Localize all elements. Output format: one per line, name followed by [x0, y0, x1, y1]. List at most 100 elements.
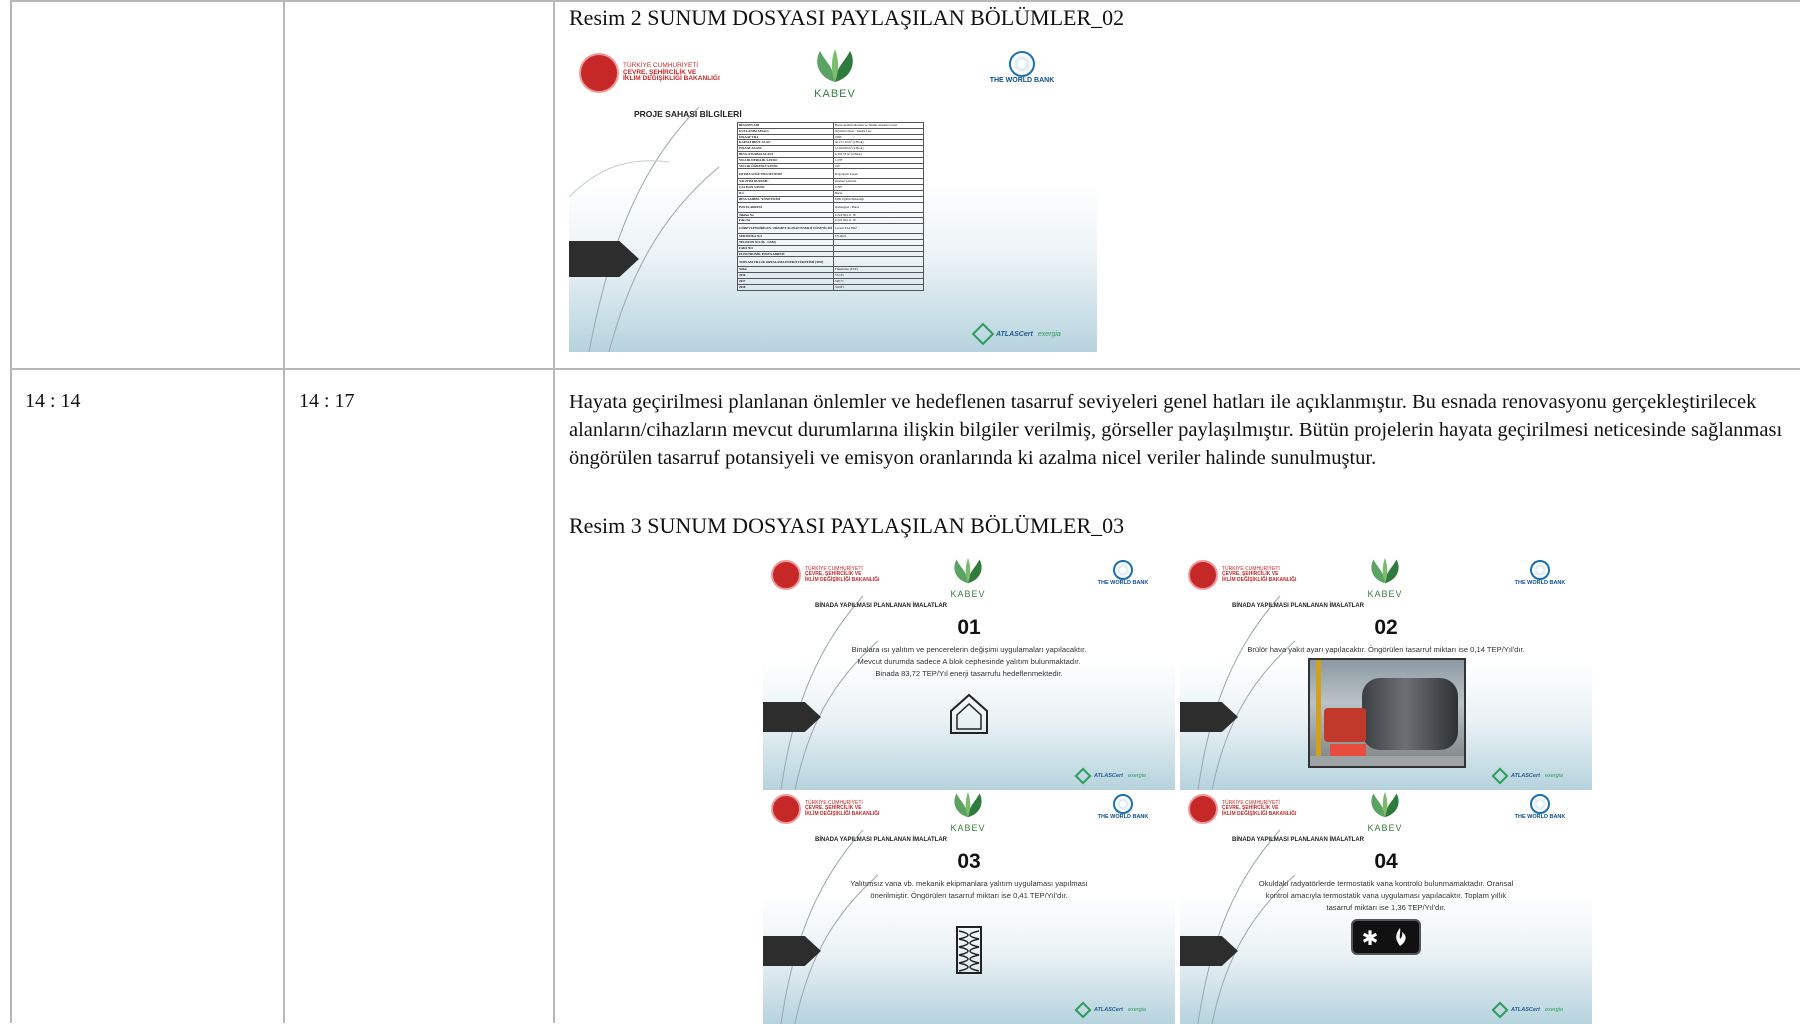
measure-description: Okuldaki radyatörlerde termostatik vana … — [1224, 878, 1548, 914]
measure-slide-04: TÜRKİYE CUMHURİYETİ ÇEVRE, ŞEHİRCİLİK VE İ… — [1180, 790, 1592, 1024]
ministry-seal-icon — [1188, 560, 1218, 590]
world-bank-label: THE WORLD BANK — [1097, 580, 1149, 586]
table-column-divider-2 — [553, 0, 555, 1023]
measure-slide-02: TÜRKİYE CUMHURİYETİ ÇEVRE, ŞEHİRCİLİK VE İ… — [1180, 556, 1592, 790]
world-bank-logo: THE WORLD BANK — [1510, 560, 1570, 586]
world-bank-logo: THE WORLD BANK — [1093, 794, 1153, 820]
ministry-seal-icon — [771, 794, 801, 824]
kabev-leaf-icon — [1371, 558, 1399, 584]
ministry-line-3: İKLİM DEĞİŞİKLİĞİ BAKANLIĞI — [623, 75, 720, 83]
slide-arrow — [569, 241, 639, 277]
measure-slide-03: TÜRKİYE CUMHURİYETİ ÇEVRE, ŞEHİRCİLİK VE İ… — [763, 790, 1175, 1024]
kabev-logo: KABEV — [943, 792, 993, 833]
kabev-leaf-icon — [954, 792, 982, 818]
measure-description: Binalara ısı yalıtım ve pencerelerin değ… — [807, 644, 1131, 680]
world-bank-logo: THE WORLD BANK — [987, 51, 1057, 84]
info-key: GÖREVLENDİRİLEN / HİZMET ALINAN ENERJİ Y… — [737, 223, 834, 235]
insulation-icon — [763, 925, 1175, 980]
exergia-label: exergia — [1127, 1007, 1146, 1013]
info-table-row: ISITMA SOĞUTMA SİSTEMİ Doğalgazlı Kazan — [737, 168, 925, 180]
ministry-line-3: İKLİM DEĞİŞİKLİĞİ BAKANLIĞI — [805, 810, 880, 817]
slide-project-info: TÜRKİYE CUMHURİYETİ ÇEVRE, ŞEHİRCİLİK VE… — [569, 47, 1097, 352]
ministry-seal-icon — [771, 560, 801, 590]
ministry-logo: TÜRKİYE CUMHURİYETİ ÇEVRE, ŞEHİRCİLİK VE İ… — [1188, 794, 1296, 824]
measure-number: 02 — [1374, 616, 1398, 639]
ministry-logo: TÜRKİYE CUMHURİYETİ ÇEVRE, ŞEHİRCİLİK VE İ… — [1188, 560, 1296, 590]
measure-line-2: önerilmiştir. Öngörülen tasarruf miktarı… — [870, 891, 1068, 900]
thermostat-icon: ✱ — [1180, 918, 1592, 961]
table-column-divider-1 — [283, 0, 285, 1023]
globe-icon — [1530, 794, 1550, 814]
ministry-logo: TÜRKİYE CUMHURİYETİ ÇEVRE, ŞEHİRCİLİK VE İ… — [771, 794, 879, 824]
globe-icon — [1113, 794, 1133, 814]
project-info-table: BİNANIN ADI Bursa Atatürk Mesleki ve Tekn… — [737, 122, 925, 291]
measure-line-1: Binalara ısı yalıtım ve pencerelerin değ… — [851, 645, 1087, 654]
info-value: 520,83 — [832, 283, 925, 291]
atlascert-diamond-icon — [1074, 1001, 1092, 1019]
measure-number: 01 — [957, 616, 981, 639]
ministry-seal-icon — [579, 53, 619, 93]
info-key: ISITMA SOĞUTMA SİSTEMİ — [737, 168, 834, 180]
info-table-row: POSTA ADRESİ Osmangazi / Bursa — [737, 201, 925, 213]
slide-section-title: BİNADA YAPILMASI PLANLANAN İMALATLAR — [815, 837, 947, 843]
atlascert-label: ATLASCert — [1094, 773, 1123, 779]
kabev-logo: KABEV — [1360, 558, 1410, 599]
slide-title: PROJE SAHASI BİLGİLERİ — [634, 109, 742, 119]
measure-number: 03 — [957, 850, 981, 873]
atlascert-label: ATLASCert — [1094, 1007, 1123, 1013]
measure-number: 04 — [1374, 850, 1398, 873]
slide-section-title: BİNADA YAPILMASI PLANLANAN İMALATLAR — [1232, 837, 1364, 843]
table-row-divider — [10, 368, 1800, 370]
document-page: Resim 2 SUNUM DOSYASI PAYLAŞILAN BÖLÜMLE… — [0, 0, 1800, 1024]
atlascert-diamond-icon — [1074, 767, 1092, 785]
kabev-logo: KABEV — [1360, 792, 1410, 833]
summary-paragraph: Hayata geçirilmesi planlanan önlemler ve… — [569, 391, 1783, 469]
info-key: 2018 — [737, 283, 834, 291]
atlascert-label: ATLASCert — [1511, 1007, 1540, 1013]
globe-icon — [1009, 51, 1035, 77]
measure-slide-01: TÜRKİYE CUMHURİYETİ ÇEVRE, ŞEHİRCİLİK VE İ… — [763, 556, 1175, 790]
info-value: Levent YALINIZ — [832, 223, 925, 235]
world-bank-label: THE WORLD BANK — [989, 77, 1055, 84]
ministry-text: TÜRKİYE CUMHURİYETİ ÇEVRE, ŞEHİRCİLİK VE İ… — [805, 566, 879, 583]
kabev-label: KABEV — [1367, 589, 1403, 599]
info-table-row: GÖREVLENDİRİLEN / HİZMET ALINAN ENERJİ Y… — [737, 223, 925, 235]
kabev-label: KABEV — [950, 823, 986, 833]
atlascert-diamond-icon — [1491, 767, 1509, 785]
end-time: 14 : 17 — [299, 390, 355, 412]
info-key: POSTA ADRESİ — [737, 201, 834, 213]
slide-footer: ATLASCert exergia — [971, 322, 1061, 346]
kabev-logo: KABEV — [805, 49, 865, 100]
atlascert-diamond-icon — [1491, 1001, 1509, 1019]
measure-line-1: Brülör hava yakıt ayarı yapılacaktır. Ön… — [1247, 645, 1525, 654]
world-bank-label: THE WORLD BANK — [1514, 814, 1566, 820]
measure-line-2: Mevcut durumda sadece A blok cephesinde … — [857, 657, 1081, 666]
slide-footer: ATLASCert exergia — [1074, 1001, 1146, 1019]
globe-icon — [1530, 560, 1550, 580]
ministry-seal-icon — [1188, 794, 1218, 824]
ministry-text: TÜRKİYE CUMHURİYETİ ÇEVRE, ŞEHİRCİLİK VE İ… — [1222, 800, 1297, 817]
ministry-text: TÜRKİYE CUMHURİYETİ ÇEVRE, ŞEHİRCİLİK VE İ… — [1222, 566, 1297, 583]
slide-footer: ATLASCert exergia — [1491, 1001, 1563, 1019]
measure-line-3: tasarruf miktarı ise 1,36 TEP/Yıl'dır. — [1326, 903, 1446, 912]
ministry-logo: TÜRKİYE CUMHURİYETİ ÇEVRE, ŞEHİRCİLİK VE… — [579, 53, 720, 93]
kabev-logo: KABEV — [943, 558, 993, 599]
measure-description: Yalıtımsız vana vb. mekanik ekipmanlara … — [807, 878, 1131, 902]
slide-section-title: BİNADA YAPILMASI PLANLANAN İMALATLAR — [815, 603, 947, 609]
exergia-label: exergia — [1037, 330, 1061, 338]
info-table-row: 2018 520,83 — [737, 283, 925, 291]
ministry-line-3: İKLİM DEĞİŞİKLİĞİ BAKANLIĞI — [1222, 810, 1297, 817]
info-value: Osmangazi / Bursa — [832, 201, 925, 213]
measure-description: Brülör hava yakıt ayarı yapılacaktır. Ön… — [1224, 644, 1548, 656]
ministry-line-3: İKLİM DEĞİŞİKLİĞİ BAKANLIĞI — [1222, 576, 1297, 583]
atlascert-label: ATLASCert — [1511, 773, 1540, 779]
info-table-row: TOPLAM YILLIK ORTALAMA ENERJİ TÜKETİMİ (… — [737, 256, 925, 268]
slide-footer: ATLASCert exergia — [1074, 767, 1146, 785]
kabev-label: KABEV — [950, 589, 986, 599]
svg-text:✱: ✱ — [1362, 926, 1379, 950]
measure-line-1: Okuldaki radyatörlerde termostatik vana … — [1258, 879, 1514, 888]
info-value — [832, 256, 925, 268]
kabev-leaf-icon — [817, 49, 853, 82]
atlascert-diamond-icon — [971, 322, 995, 346]
info-key: TOPLAM YILLIK ORTALAMA ENERJİ TÜKETİMİ (… — [737, 256, 834, 268]
